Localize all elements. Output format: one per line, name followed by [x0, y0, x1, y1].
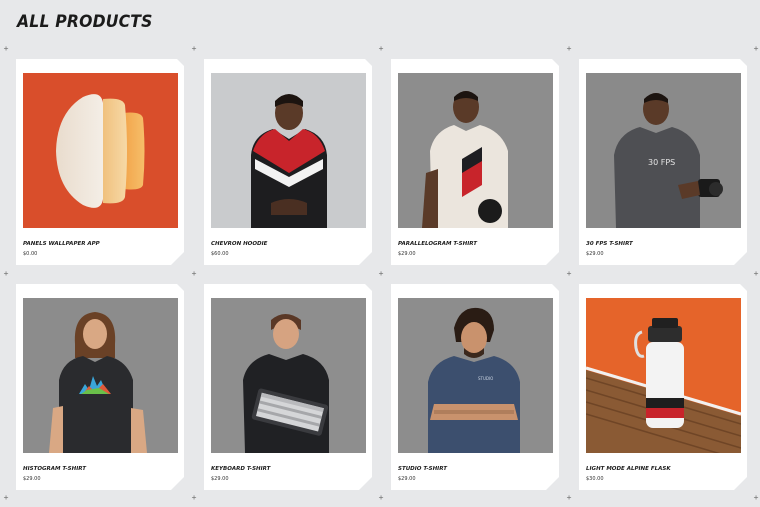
product-card[interactable]: CHEVRON HOODIE $60.00 [204, 59, 372, 265]
product-card[interactable]: 30 FPS 30 FPS T-SHIRT $29.00 [579, 59, 747, 265]
product-name[interactable]: HISTOGRAM T-SHIRT [23, 466, 86, 472]
grid-marker: + [753, 269, 759, 278]
product-price: $29.00 [398, 476, 416, 482]
product-image[interactable] [23, 298, 178, 453]
product-image[interactable] [211, 73, 366, 228]
product-image[interactable] [398, 73, 553, 228]
product-card[interactable]: PARALLELOGRAM T-SHIRT $29.00 [391, 59, 559, 265]
grid-marker: + [3, 493, 9, 502]
grid-marker: + [191, 44, 197, 53]
page-title: ALL PRODUCTS [17, 12, 153, 32]
svg-text:STUDIO: STUDIO [478, 376, 493, 381]
grid-marker: + [566, 44, 572, 53]
product-name[interactable]: LIGHT MODE ALPINE FLASK [586, 466, 671, 472]
product-price: $0.00 [23, 251, 38, 257]
product-image[interactable]: 30 FPS [586, 73, 741, 228]
grid-marker: + [191, 269, 197, 278]
product-price: $29.00 [23, 476, 41, 482]
product-name[interactable]: CHEVRON HOODIE [211, 241, 267, 247]
product-price: $29.00 [398, 251, 416, 257]
grid-marker: + [753, 44, 759, 53]
grid-marker: + [753, 493, 759, 502]
product-card[interactable]: STUDIO STUDIO T-SHIRT $29.00 [391, 284, 559, 490]
svg-text:30 FPS: 30 FPS [648, 158, 675, 167]
product-price: $29.00 [211, 476, 229, 482]
grid-marker: + [566, 493, 572, 502]
product-image[interactable] [586, 298, 741, 453]
product-name[interactable]: 30 FPS T-SHIRT [586, 241, 633, 247]
grid-marker: + [378, 44, 384, 53]
product-name[interactable]: KEYBOARD T-SHIRT [211, 466, 270, 472]
product-card[interactable]: KEYBOARD T-SHIRT $29.00 [204, 284, 372, 490]
grid-marker: + [378, 493, 384, 502]
product-image[interactable]: STUDIO [398, 298, 553, 453]
product-price: $60.00 [211, 251, 229, 257]
product-name[interactable]: STUDIO T-SHIRT [398, 466, 447, 472]
grid-marker: + [191, 493, 197, 502]
grid-marker: + [378, 269, 384, 278]
grid-marker: + [3, 269, 9, 278]
product-price: $29.00 [586, 251, 604, 257]
product-card[interactable]: LIGHT MODE ALPINE FLASK $30.00 [579, 284, 747, 490]
product-price: $30.00 [586, 476, 604, 482]
product-card[interactable]: HISTOGRAM T-SHIRT $29.00 [16, 284, 184, 490]
product-image[interactable] [211, 298, 366, 453]
grid-marker: + [566, 269, 572, 278]
grid-marker: + [3, 44, 9, 53]
product-image[interactable] [23, 73, 178, 228]
product-card[interactable]: PANELS WALLPAPER APP $0.00 [16, 59, 184, 265]
product-name[interactable]: PARALLELOGRAM T-SHIRT [398, 241, 477, 247]
product-name[interactable]: PANELS WALLPAPER APP [23, 241, 100, 247]
